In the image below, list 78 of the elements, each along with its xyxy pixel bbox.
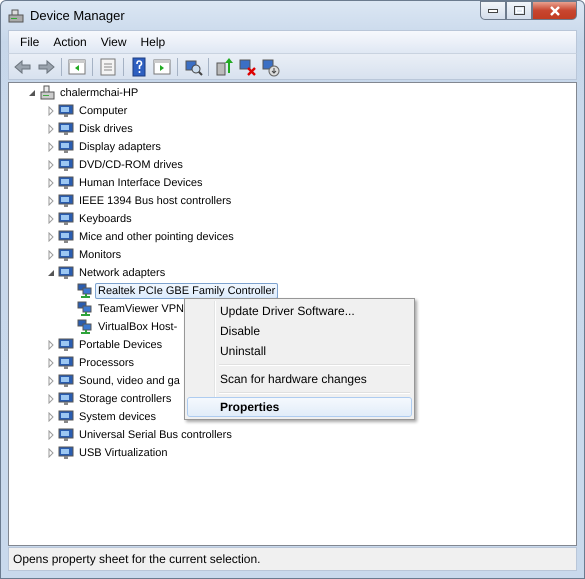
menu-item[interactable]: File <box>13 33 46 51</box>
tree-item[interactable]: Display adapters <box>76 139 164 155</box>
tree-item[interactable]: Universal Serial Bus controllers <box>76 427 235 443</box>
tree-item[interactable]: Storage controllers <box>76 391 174 407</box>
tree-item[interactable]: Computer <box>76 103 130 119</box>
device-icon <box>58 409 74 425</box>
maximize-icon <box>514 6 524 15</box>
expand-arrow-icon[interactable] <box>46 106 56 116</box>
collapse-arrow-icon[interactable] <box>27 88 37 98</box>
device-icon <box>58 211 74 227</box>
expand-arrow-icon[interactable] <box>46 430 56 440</box>
expand-arrow-icon[interactable] <box>46 394 56 404</box>
device-icon <box>58 337 74 353</box>
expand-arrow-icon[interactable] <box>46 142 56 152</box>
expand-arrow-icon[interactable] <box>46 232 56 242</box>
context-menu-item[interactable]: Update Driver Software... <box>187 301 412 321</box>
computer-icon <box>39 85 55 101</box>
tree-item[interactable]: Monitors <box>76 247 124 263</box>
tree-item[interactable]: Processors <box>76 355 138 371</box>
minimize-button[interactable] <box>480 1 506 20</box>
network-adapter-icon <box>77 283 93 299</box>
window-title: Device Manager <box>30 8 125 23</box>
expand-arrow-icon[interactable] <box>46 196 56 206</box>
tree-item[interactable]: Mice and other pointing devices <box>76 229 237 245</box>
context-menu-item[interactable]: Scan for hardware changes <box>187 369 412 389</box>
device-icon <box>58 265 74 281</box>
network-adapter-icon <box>77 319 93 335</box>
device-icon <box>58 373 74 389</box>
tree-item[interactable]: IEEE 1394 Bus host controllers <box>76 193 234 209</box>
tree-item[interactable]: DVD/CD-ROM drives <box>76 157 186 173</box>
tree-item[interactable]: Sound, video and ga <box>76 373 183 389</box>
expand-arrow-icon[interactable] <box>46 124 56 134</box>
network-adapter-icon <box>77 301 93 317</box>
expand-arrow-icon[interactable] <box>46 340 56 350</box>
device-icon <box>58 247 74 263</box>
tree-item[interactable]: USB Virtualization <box>76 445 170 461</box>
menu-item[interactable]: Help <box>134 33 172 51</box>
app-icon <box>8 8 24 24</box>
context-menu-item[interactable]: Properties <box>187 397 412 417</box>
menu-item[interactable]: View <box>94 33 134 51</box>
minimize-icon <box>488 8 498 12</box>
expand-arrow-icon[interactable] <box>46 448 56 458</box>
close-button[interactable] <box>532 1 577 20</box>
device-icon <box>58 175 74 191</box>
tree-item[interactable]: Portable Devices <box>76 337 166 353</box>
expand-arrow-icon[interactable] <box>46 214 56 224</box>
expand-arrow-icon[interactable] <box>46 412 56 422</box>
tree-item[interactable]: Human Interface Devices <box>76 175 206 191</box>
device-icon <box>58 121 74 137</box>
tree-item[interactable]: TeamViewer VPN <box>95 301 187 317</box>
device-icon <box>58 229 74 245</box>
device-icon <box>58 193 74 209</box>
tree-item[interactable]: Realtek PCIe GBE Family Controller <box>95 283 278 299</box>
device-icon <box>58 103 74 119</box>
expand-arrow-icon[interactable] <box>46 160 56 170</box>
close-icon <box>548 6 560 16</box>
tree-item[interactable]: VirtualBox Host- <box>95 319 180 335</box>
device-icon <box>58 427 74 443</box>
device-icon <box>58 157 74 173</box>
device-icon <box>58 139 74 155</box>
menu-item[interactable]: Action <box>46 33 94 51</box>
expand-arrow-icon[interactable] <box>46 250 56 260</box>
tree-item[interactable]: chalermchai-HP <box>57 85 142 101</box>
expand-arrow-icon[interactable] <box>46 178 56 188</box>
tree-item[interactable]: Disk drives <box>76 121 136 137</box>
context-menu-item[interactable]: Disable <box>187 321 412 341</box>
expand-arrow-icon[interactable] <box>46 376 56 386</box>
collapse-arrow-icon[interactable] <box>46 268 56 278</box>
expand-arrow-icon[interactable] <box>46 358 56 368</box>
context-menu-item[interactable]: Uninstall <box>187 341 412 361</box>
status-text: Opens property sheet for the current selection. <box>13 552 260 566</box>
device-icon <box>58 445 74 461</box>
tree-item[interactable]: System devices <box>76 409 160 425</box>
tree-item[interactable]: Network adapters <box>76 265 168 281</box>
device-icon <box>58 391 74 407</box>
tree-item[interactable]: Keyboards <box>76 211 135 227</box>
maximize-button[interactable] <box>506 1 532 20</box>
device-icon <box>58 355 74 371</box>
